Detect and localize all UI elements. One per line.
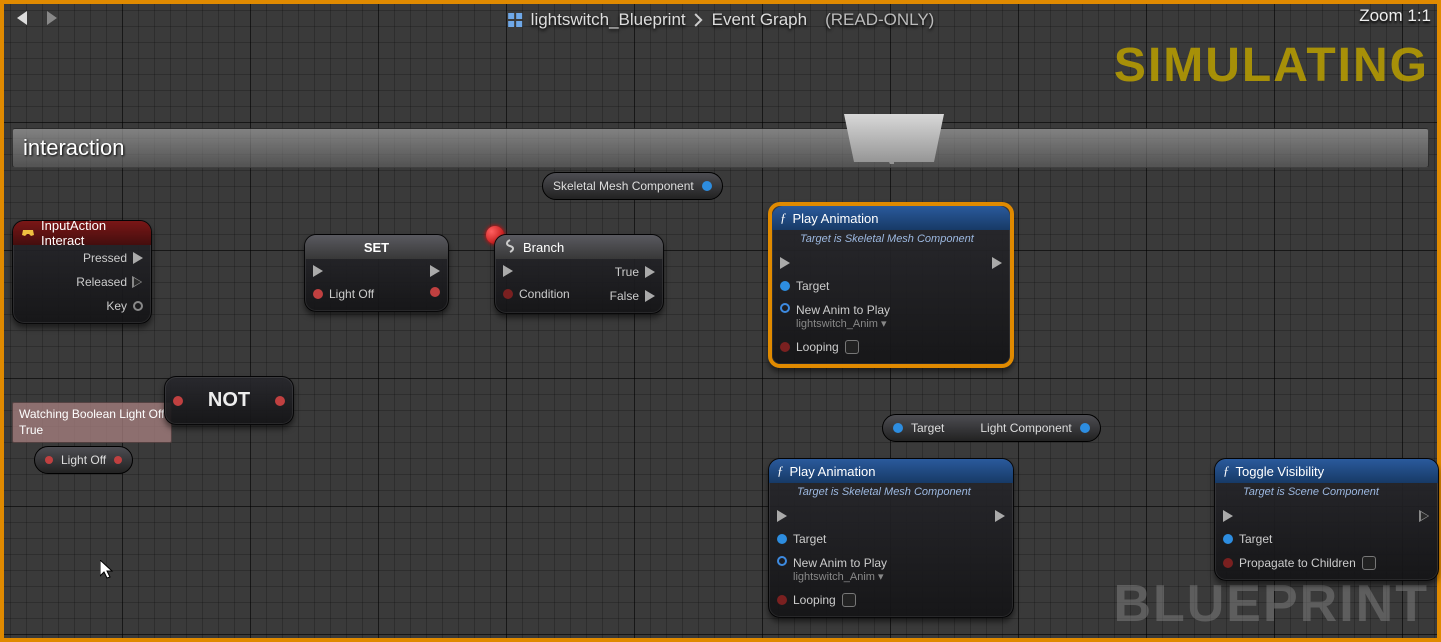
nav-forward-icon[interactable] — [42, 9, 60, 32]
pin-looping[interactable]: Looping — [780, 340, 890, 354]
pin-pressed[interactable]: Pressed — [76, 251, 143, 265]
pin-out[interactable] — [275, 396, 285, 406]
crumb-graph[interactable]: Event Graph — [712, 10, 807, 30]
getter-label: Skeletal Mesh Component — [553, 179, 694, 193]
readonly-label: (READ-ONLY) — [825, 10, 934, 30]
node-subtitle: Target is Scene Component — [1215, 483, 1438, 504]
pin-looping[interactable]: Looping — [777, 593, 887, 607]
gamepad-icon — [21, 225, 35, 242]
pin-exec-in[interactable] — [503, 265, 570, 277]
pin-exec-in[interactable] — [777, 510, 887, 522]
pin-exec-in[interactable] — [313, 265, 374, 277]
pin-condition[interactable]: Condition — [503, 287, 570, 301]
blueprint-canvas[interactable]: lightswitch_Blueprint Event Graph (READ-… — [0, 0, 1441, 642]
target-label: Target — [911, 421, 944, 435]
node-playanimation-1[interactable]: ƒ Play Animation Target is Skeletal Mesh… — [768, 202, 1014, 368]
pin-exec-in[interactable] — [1223, 510, 1376, 522]
node-inputaction[interactable]: InputAction Interact Pressed Released Ke… — [12, 220, 152, 324]
getter-label: Light Off — [61, 453, 106, 467]
not-label: NOT — [208, 389, 250, 412]
function-icon: ƒ — [1223, 463, 1230, 479]
watch-tooltip: Watching Boolean Light Off True — [12, 402, 172, 443]
pin-propagate[interactable]: Propagate to Children — [1223, 556, 1376, 570]
function-icon: ƒ — [777, 463, 784, 479]
pin-target[interactable]: Target — [780, 279, 890, 293]
node-lightoff-getter[interactable]: Light Off — [34, 446, 133, 474]
simulating-watermark: SIMULATING — [1114, 38, 1429, 93]
node-title: Play Animation — [793, 211, 879, 226]
looping-checkbox[interactable] — [845, 340, 859, 354]
node-title: Play Animation — [790, 464, 876, 479]
node-branch[interactable]: Branch Condition True False — [494, 234, 664, 314]
pin-exec-out[interactable] — [1420, 510, 1430, 522]
pin-value-out[interactable] — [430, 287, 440, 297]
pin-target[interactable]: Target — [1223, 532, 1376, 546]
node-title: Toggle Visibility — [1236, 464, 1325, 479]
branch-icon — [503, 239, 517, 256]
pin-exec-out[interactable] — [992, 257, 1002, 269]
pin-exec-out[interactable] — [430, 265, 440, 277]
comment-title: interaction — [23, 135, 125, 161]
pin-key[interactable]: Key — [76, 299, 143, 313]
top-bar: lightswitch_Blueprint Event Graph (READ-… — [4, 4, 1437, 36]
pin-lightoff-in[interactable]: Light Off — [313, 287, 374, 301]
blueprint-icon — [507, 12, 523, 28]
pin-newanim[interactable]: New Anim to Play lightswitch_Anim ▾ — [780, 303, 890, 330]
pin-newanim[interactable]: New Anim to Play lightswitch_Anim ▾ — [777, 556, 887, 583]
pin-false[interactable]: False — [610, 289, 655, 303]
pin-exec-in[interactable] — [780, 257, 890, 269]
node-playanimation-2[interactable]: ƒ Play Animation Target is Skeletal Mesh… — [768, 458, 1014, 618]
pin-out-icon[interactable] — [1080, 423, 1090, 433]
chevron-right-icon — [694, 13, 704, 27]
propagate-checkbox[interactable] — [1362, 556, 1376, 570]
pin-in-icon — [45, 456, 53, 464]
lightcomp-label: Light Component — [980, 421, 1071, 435]
crumb-blueprint[interactable]: lightswitch_Blueprint — [531, 10, 686, 30]
nav-back-icon[interactable] — [14, 9, 32, 32]
node-set[interactable]: SET Light Off — [304, 234, 449, 312]
breadcrumb: lightswitch_Blueprint Event Graph (READ-… — [507, 10, 935, 30]
node-title: Branch — [523, 240, 564, 255]
pin-true[interactable]: True — [610, 265, 655, 279]
node-lightcomponent-getter[interactable]: Target Light Component — [882, 414, 1101, 442]
pin-exec-out[interactable] — [995, 510, 1005, 522]
cursor-icon — [100, 560, 114, 580]
function-icon: ƒ — [780, 210, 787, 226]
zoom-label: Zoom 1:1 — [1359, 6, 1431, 26]
blueprint-watermark: BLUEPRINT — [1113, 574, 1429, 634]
node-subtitle: Target is Skeletal Mesh Component — [772, 230, 1010, 251]
node-skeletalmesh-getter[interactable]: Skeletal Mesh Component — [542, 172, 723, 200]
looping-checkbox[interactable] — [842, 593, 856, 607]
comment-box-header[interactable]: interaction — [12, 128, 1429, 168]
node-title: InputAction Interact — [41, 218, 143, 248]
node-togglevisibility[interactable]: ƒ Toggle Visibility Target is Scene Comp… — [1214, 458, 1439, 581]
pin-target[interactable]: Target — [777, 532, 887, 546]
pin-out-icon[interactable] — [702, 181, 712, 191]
node-subtitle: Target is Skeletal Mesh Component — [769, 483, 1013, 504]
node-title: SET — [364, 240, 389, 255]
pin-out-icon[interactable] — [114, 456, 122, 464]
pin-in[interactable] — [173, 396, 183, 406]
pin-in-icon[interactable] — [893, 423, 903, 433]
pin-released[interactable]: Released — [76, 275, 143, 289]
node-not[interactable]: NOT — [164, 376, 294, 425]
